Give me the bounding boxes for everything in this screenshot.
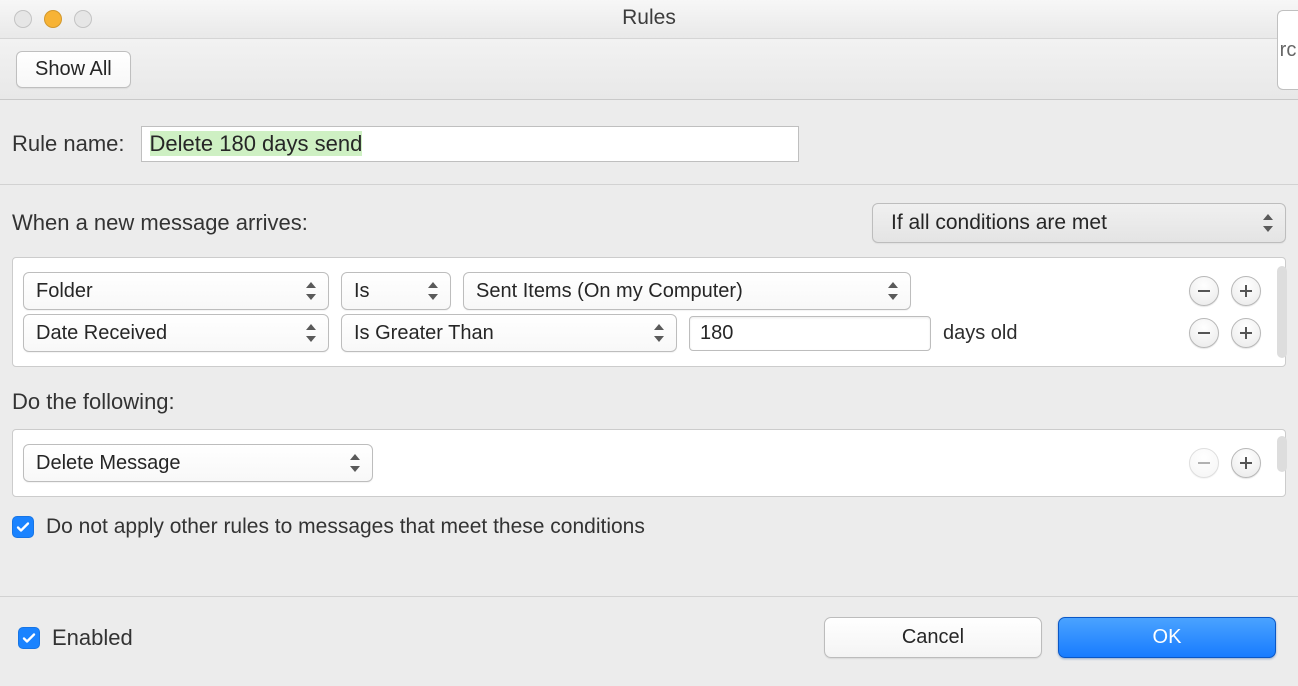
enabled-row: Enabled — [18, 625, 133, 651]
updown-icon — [1261, 214, 1275, 232]
condition-number-input[interactable]: 180 — [689, 316, 931, 351]
actions-panel: Delete Message — [12, 429, 1286, 497]
rule-name-input[interactable]: Delete 180 days send — [141, 126, 799, 162]
updown-icon — [426, 282, 440, 300]
actions-section: Do the following: Delete Message — [0, 367, 1298, 497]
cancel-button[interactable]: Cancel — [824, 617, 1042, 658]
action-row: Delete Message — [23, 444, 1261, 482]
ok-button[interactable]: OK — [1058, 617, 1276, 658]
condition-value-select[interactable]: Sent Items (On my Computer) — [463, 272, 911, 310]
remove-condition-button[interactable] — [1189, 276, 1219, 306]
rule-name-label: Rule name: — [12, 131, 125, 157]
condition-row: Folder Is Sent Items (On my Computer) — [23, 272, 1261, 310]
conditions-panel: Folder Is Sent Items (On my Computer) — [12, 257, 1286, 367]
window-titlebar: Rules rc — [0, 0, 1298, 39]
dialog-footer: Enabled Cancel OK — [0, 596, 1298, 686]
condition-value: Sent Items (On my Computer) — [476, 280, 743, 303]
background-fragment: rc — [1277, 10, 1298, 90]
minus-icon — [1198, 290, 1210, 292]
window-title: Rules — [0, 6, 1298, 30]
condition-operator-select[interactable]: Is — [341, 272, 451, 310]
updown-icon — [652, 324, 666, 342]
condition-field-select[interactable]: Folder — [23, 272, 329, 310]
condition-row: Date Received Is Greater Than 180 days o… — [23, 314, 1261, 352]
do-not-apply-row: Do not apply other rules to messages tha… — [0, 497, 1298, 563]
match-mode-select[interactable]: If all conditions are met — [872, 203, 1286, 243]
plus-icon — [1240, 457, 1252, 469]
action-select[interactable]: Delete Message — [23, 444, 373, 482]
conditions-header: When a new message arrives: — [12, 210, 308, 236]
enabled-checkbox[interactable] — [18, 627, 40, 649]
updown-icon — [886, 282, 900, 300]
condition-field-value: Folder — [36, 280, 93, 303]
check-icon — [21, 630, 37, 646]
condition-suffix: days old — [943, 322, 1018, 345]
remove-action-button — [1189, 448, 1219, 478]
check-icon — [15, 519, 31, 535]
minus-icon — [1198, 332, 1210, 334]
condition-operator-value: Is — [354, 280, 370, 303]
do-not-apply-label: Do not apply other rules to messages tha… — [46, 515, 645, 539]
condition-field-select[interactable]: Date Received — [23, 314, 329, 352]
show-all-button[interactable]: Show All — [16, 51, 131, 88]
preferences-toolbar: Show All — [0, 39, 1298, 100]
rule-name-value: Delete 180 days send — [150, 131, 363, 156]
add-condition-button[interactable] — [1231, 318, 1261, 348]
minus-icon — [1198, 462, 1210, 464]
plus-icon — [1240, 285, 1252, 297]
plus-icon — [1240, 327, 1252, 339]
actions-header: Do the following: — [12, 389, 175, 414]
do-not-apply-checkbox[interactable] — [12, 516, 34, 538]
condition-field-value: Date Received — [36, 322, 167, 345]
updown-icon — [304, 282, 318, 300]
condition-operator-select[interactable]: Is Greater Than — [341, 314, 677, 352]
conditions-section: When a new message arrives: If all condi… — [0, 185, 1298, 367]
condition-operator-value: Is Greater Than — [354, 322, 494, 345]
enabled-label: Enabled — [52, 625, 133, 651]
match-mode-value: If all conditions are met — [891, 211, 1107, 235]
action-value: Delete Message — [36, 452, 181, 475]
add-condition-button[interactable] — [1231, 276, 1261, 306]
rule-name-row: Rule name: Delete 180 days send — [0, 100, 1298, 185]
scrollbar[interactable] — [1277, 436, 1287, 472]
scrollbar[interactable] — [1277, 266, 1287, 358]
updown-icon — [348, 454, 362, 472]
remove-condition-button[interactable] — [1189, 318, 1219, 348]
add-action-button[interactable] — [1231, 448, 1261, 478]
updown-icon — [304, 324, 318, 342]
